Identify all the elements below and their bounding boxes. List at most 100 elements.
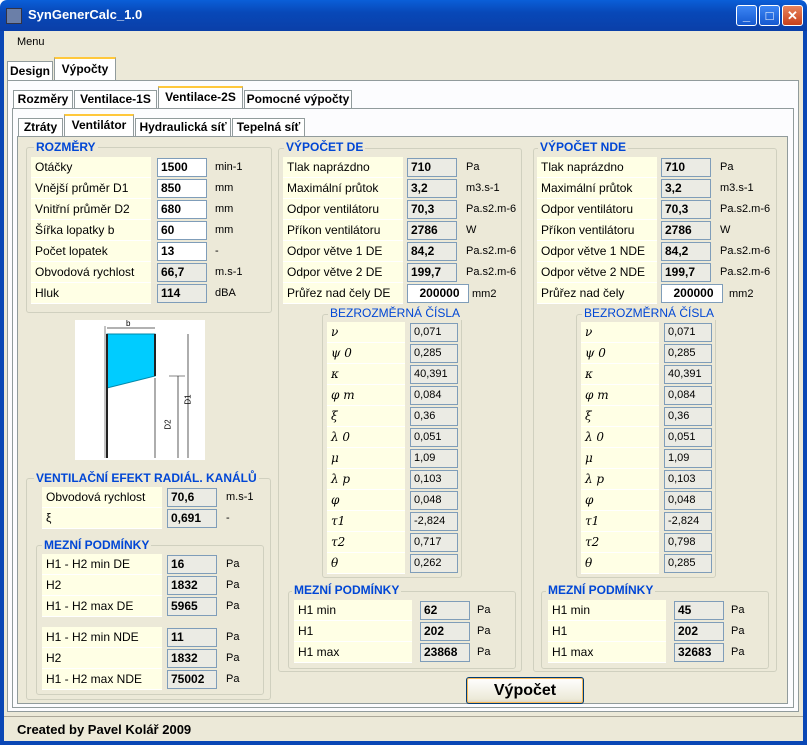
value-field: 5965 (167, 597, 217, 616)
tab-tepelna-sit[interactable]: Tepelná síť (232, 118, 305, 136)
symbol-label: κ (581, 364, 659, 385)
value-field: 2786 (407, 221, 457, 240)
value-field: 202 (420, 622, 470, 641)
value-input[interactable]: 1500 (157, 158, 207, 177)
symbol-value: 0,103 (410, 470, 458, 489)
row-label: H1 - H2 min DE (42, 554, 162, 575)
unit-label: Pa (731, 604, 745, 616)
row-label: H1 min (294, 600, 412, 621)
row-label: H1 min (548, 600, 666, 621)
unit-label: m3.s-1 (720, 182, 754, 194)
row-label: Odpor větve 2 DE (283, 262, 403, 283)
value-field: 202 (674, 622, 724, 641)
symbol-value: 0,36 (664, 407, 712, 426)
unit-label: Pa (731, 646, 745, 658)
symbol-value: 0,36 (410, 407, 458, 426)
symbol-label: τ1 (581, 511, 659, 532)
value-input[interactable]: 60 (157, 221, 207, 240)
unit-label: - (215, 245, 219, 257)
row-label: Odpor větve 2 NDE (537, 262, 657, 283)
value-input[interactable]: 850 (157, 179, 207, 198)
row-label: Odpor větve 1 NDE (537, 241, 657, 262)
row-label: Odpor ventilátoru (283, 199, 403, 220)
value-field: 45 (674, 601, 724, 620)
value-field: 32683 (674, 643, 724, 662)
symbol-label: ξ (327, 406, 405, 427)
menu-bar (4, 33, 803, 53)
symbol-label: λ 0 (581, 427, 659, 448)
unit-label: mm (215, 182, 234, 194)
row-label: H2 (42, 648, 162, 669)
row-label: H1 (548, 621, 666, 642)
symbol-label: μ (327, 448, 405, 469)
unit-label: Pa.s2.m-6 (466, 245, 517, 257)
label-d1: D1 (183, 394, 193, 405)
minimize-button[interactable]: _ (736, 5, 757, 26)
unit-label: Pa (226, 558, 240, 570)
value-field: 84,2 (407, 242, 457, 261)
group-title-vypocet-nde: VÝPOČET NDE (538, 140, 629, 154)
tab-ventilator[interactable]: Ventilátor (64, 114, 134, 136)
value-field: 70,3 (407, 200, 457, 219)
tab-design[interactable]: Design (7, 61, 53, 80)
tab-rozmery[interactable]: Rozměry (13, 90, 73, 108)
unit-label: dBA (215, 287, 236, 299)
prurez-label: Průřez nad čely (537, 283, 657, 304)
row-label: Tlak naprázdno (283, 157, 403, 178)
tab-ventilace-1s[interactable]: Ventilace-1S (74, 90, 157, 108)
unit-label: Pa (731, 625, 745, 637)
symbol-value: 1,09 (410, 449, 458, 468)
prurez-input[interactable]: 200000 (661, 284, 723, 303)
row-label: H1 - H2 max DE (42, 596, 162, 617)
unit-label: Pa (477, 604, 491, 616)
value-field: 0,691 (167, 509, 217, 528)
tab-hydraulicka-sit[interactable]: Hydraulická síť (135, 118, 231, 136)
unit-label: Pa (226, 673, 240, 685)
calculate-button[interactable]: Výpočet (466, 677, 584, 704)
symbol-value: 0,051 (664, 428, 712, 447)
prurez-input[interactable]: 200000 (407, 284, 469, 303)
app-icon (6, 8, 22, 24)
symbol-label: λ p (327, 469, 405, 490)
symbol-label: τ2 (327, 532, 405, 553)
value-field: 84,2 (661, 242, 711, 261)
unit-label: W (720, 224, 731, 236)
prurez-unit: mm2 (729, 288, 754, 300)
unit-label: m3.s-1 (466, 182, 500, 194)
unit-label: Pa (477, 625, 491, 637)
tab-ventilace-2s[interactable]: Ventilace-2S (158, 86, 243, 108)
row-label: Počet lopatek (31, 241, 151, 262)
maximize-button[interactable]: □ (759, 5, 780, 26)
row-label: H1 - H2 max NDE (42, 669, 162, 690)
value-input[interactable]: 13 (157, 242, 207, 261)
unit-label: Pa.s2.m-6 (720, 203, 771, 215)
value-input[interactable]: 680 (157, 200, 207, 219)
row-label: Maximální průtok (283, 178, 403, 199)
symbol-value: 1,09 (664, 449, 712, 468)
value-field: 199,7 (661, 263, 711, 282)
unit-label: - (226, 512, 230, 524)
label-b: b (126, 319, 131, 328)
unit-label: mm (215, 203, 234, 215)
value-field: 710 (407, 158, 457, 177)
row-label: Otáčky (31, 157, 151, 178)
label-d2: D2 (163, 419, 173, 430)
row-label: Obvodová rychlost (42, 487, 162, 508)
symbol-label: τ1 (327, 511, 405, 532)
unit-label: Pa (226, 652, 240, 664)
symbol-value: 0,285 (410, 344, 458, 363)
menu-item[interactable]: Menu (17, 36, 45, 48)
close-button[interactable]: ✕ (782, 5, 803, 26)
value-field: 2786 (661, 221, 711, 240)
tab-vypocty[interactable]: Výpočty (54, 57, 116, 80)
symbol-value: 0,262 (410, 554, 458, 573)
symbol-value: 0,051 (410, 428, 458, 447)
symbol-value: 0,084 (664, 386, 712, 405)
tab-pomocne-vypocty[interactable]: Pomocné výpočty (244, 90, 352, 108)
symbol-label: μ (581, 448, 659, 469)
symbol-label: θ (581, 553, 659, 574)
tab-ztraty[interactable]: Ztráty (18, 118, 63, 136)
symbol-label: λ p (581, 469, 659, 490)
group-title-mezni-de: MEZNÍ PODMÍNKY (292, 583, 402, 597)
symbol-value: 0,048 (410, 491, 458, 510)
